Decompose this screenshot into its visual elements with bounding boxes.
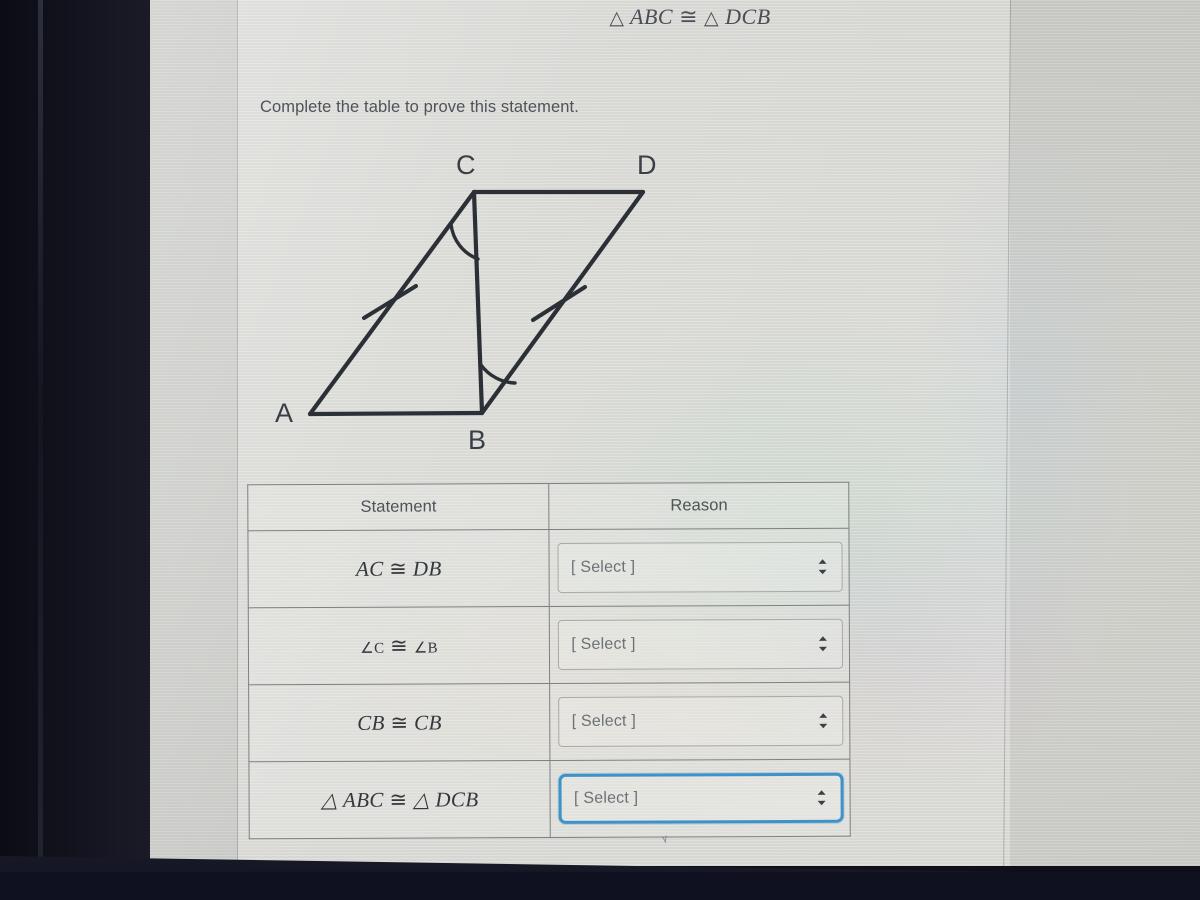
statement-2-right: ∠B: [413, 639, 439, 657]
vertex-label-C: C: [456, 150, 476, 180]
page-content: △ ABC ≅ △ DCB Complete the table to prov…: [150, 0, 1200, 866]
diagram-svg: [307, 189, 646, 417]
reason-select-2[interactable]: [ Select ]: [558, 618, 844, 670]
vertex-label-B: B: [468, 425, 487, 455]
reason-select-3-placeholder: [ Select ]: [571, 712, 636, 730]
reason-cell-4: [ Select ]: [550, 759, 851, 838]
device-bezel-bottom-lower: [0, 872, 1200, 900]
statement-3-left: CB: [357, 710, 385, 735]
chevron-up-down-icon: [816, 789, 828, 807]
reason-select-1-placeholder: [ Select ]: [570, 558, 636, 576]
table-row: △ ABC ≅ △ DCB [ Select ]: [248, 759, 851, 839]
statement-1-right: DB: [412, 555, 442, 581]
table-header-row: Statement Reason: [247, 482, 849, 531]
column-header-statement: Statement: [247, 483, 550, 531]
instruction-text: Complete the table to prove this stateme…: [260, 98, 579, 116]
segment-AB: [307, 410, 485, 417]
table-row: CB ≅ CB [ Select ]: [248, 682, 850, 762]
statement-cell-3: CB ≅ CB: [248, 683, 551, 762]
statement-1-op: ≅: [389, 556, 408, 581]
statement-3-op: ≅: [390, 710, 409, 735]
angle-arcs: [449, 222, 517, 385]
congruent-triangles-diagram: A B C D: [250, 140, 680, 470]
statement-4-op: ≅: [389, 787, 408, 812]
reason-cell-3: [ Select ]: [550, 682, 850, 761]
triangle-symbol-1: △: [609, 8, 625, 29]
vertex-label-D: D: [637, 150, 657, 180]
tick-mark-BD: [531, 285, 587, 322]
chevron-up-down-icon: [817, 712, 829, 730]
proof-table: Statement Reason AC ≅ DB [ Select ] ∠C ≅…: [247, 481, 851, 840]
reason-select-2-placeholder: [ Select ]: [571, 635, 636, 653]
column-header-reason: Reason: [549, 482, 849, 530]
tick-mark-AC: [362, 284, 418, 320]
statement-1-left: AC: [355, 556, 384, 581]
statement-4-left: △ ABC: [321, 787, 384, 812]
photo-of-screen: △ ABC ≅ △ DCB Complete the table to prov…: [0, 0, 1200, 900]
segment-CB: [471, 189, 485, 416]
reason-select-3[interactable]: [ Select ]: [558, 695, 844, 747]
page-title: △ ABC ≅ △ DCB: [480, 4, 900, 30]
statement-3-right: CB: [414, 709, 442, 735]
reason-select-4[interactable]: [ Select ]: [558, 772, 844, 824]
title-abc: ABC: [630, 4, 674, 29]
statement-cell-2: ∠C ≅ ∠B: [248, 606, 551, 685]
table-row: ∠C ≅ ∠B [ Select ]: [248, 605, 850, 685]
table-row: AC ≅ DB [ Select ]: [247, 528, 850, 608]
triangle-symbol-2: △: [704, 8, 720, 29]
statement-2-left: ∠C: [360, 640, 385, 657]
statement-2-op: ≅: [390, 633, 409, 658]
chevron-up-down-icon: [817, 558, 829, 576]
reason-cell-2: [ Select ]: [549, 605, 850, 684]
statement-cell-4: △ ABC ≅ △ DCB: [248, 760, 551, 839]
device-bezel-left: [0, 0, 150, 900]
reason-cell-1: [ Select ]: [549, 528, 850, 607]
bezel-sheen: [38, 0, 43, 900]
reason-select-4-placeholder: [ Select ]: [574, 789, 639, 807]
title-dcb: DCB: [725, 4, 771, 29]
statement-cell-1: AC ≅ DB: [247, 529, 550, 608]
reason-select-1[interactable]: [ Select ]: [557, 541, 843, 593]
chevron-up-down-icon: [817, 635, 829, 653]
statement-4-right: △ DCB: [413, 786, 479, 812]
vertex-label-A: A: [275, 398, 294, 428]
congruent-symbol: ≅: [679, 4, 699, 29]
